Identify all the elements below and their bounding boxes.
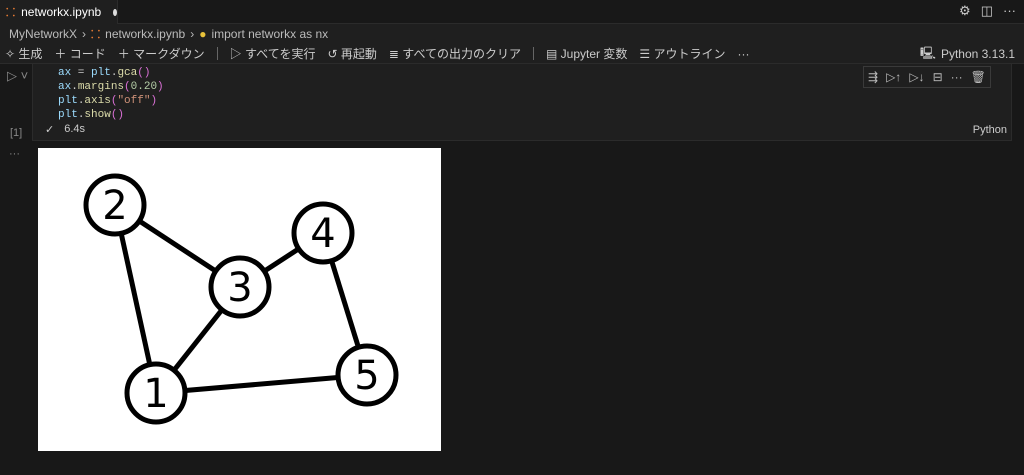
- variables-icon: ▤: [545, 47, 558, 61]
- clear-outputs-button[interactable]: ≣ すべての出力のクリア: [389, 45, 521, 62]
- breadcrumb-file[interactable]: networkx.ipynb: [105, 27, 185, 41]
- restart-button[interactable]: ↺ 再起動: [327, 45, 376, 62]
- kernel-picker[interactable]: 🖳 Python 3.13.1: [920, 44, 1015, 64]
- code-token: "off": [117, 95, 151, 107]
- graph-node-label: 2: [102, 183, 127, 229]
- notebook-icon: ⸬: [6, 6, 16, 19]
- breadcrumb: MyNetworkX › ⸬ networkx.ipynb › ● import n…: [0, 24, 1024, 44]
- code-cell[interactable]: ax = plt.gca() ax.margins(0.20) plt.axis("…: [32, 64, 1012, 141]
- code-token: margins: [77, 81, 125, 93]
- code-token: show: [84, 109, 111, 121]
- breadcrumb-folder[interactable]: MyNetworkX: [9, 27, 77, 41]
- tab-bar: ⸬ networkx.ipynb ⚙ ◫ ···: [0, 0, 1024, 24]
- run-icon: ▷: [229, 47, 242, 61]
- code-line: plt.axis("off"): [58, 94, 164, 108]
- python-icon: ●: [199, 27, 207, 41]
- check-icon: ✓: [45, 124, 55, 136]
- run-above-icon[interactable]: ▷↑: [886, 70, 901, 84]
- code-token: plt: [58, 95, 78, 107]
- variables-label: Jupyter 変数: [560, 47, 628, 61]
- tab-title: networkx.ipynb: [21, 5, 102, 19]
- graph-node-label: 3: [227, 265, 252, 311]
- network-graph: 1 2 3 4 5: [83, 173, 399, 425]
- chevron-right-icon: ›: [190, 27, 195, 41]
- code-line: ax.margins(0.20): [58, 80, 164, 94]
- breadcrumb-cell[interactable]: import networkx as nx: [211, 27, 328, 41]
- notebook-toolbar: ✧ 生成 ＋ コード ＋ マークダウン ▷ すべてを実行 ↺ 再起動 ≣ すべて…: [0, 44, 1024, 64]
- add-code-button[interactable]: ＋ コード: [54, 45, 105, 62]
- graph-edge-1-5: [155, 372, 368, 396]
- kernel-label: Python 3.13.1: [940, 47, 1015, 61]
- cell-toolbar: ⇶ ▷↑ ▷↓ ⊟ ··· 🗑: [863, 66, 991, 88]
- code-token: (: [124, 81, 131, 93]
- graph-node-label: 5: [354, 353, 379, 399]
- chevron-right-icon: ›: [82, 27, 87, 41]
- gear-icon[interactable]: ⚙: [959, 3, 971, 19]
- code-line: ax = plt.gca(): [58, 66, 164, 80]
- restart-icon: ↺: [327, 47, 338, 61]
- outline-label: アウトライン: [653, 47, 726, 61]
- graph-node-label: 1: [143, 371, 168, 417]
- cell-language[interactable]: Python: [973, 124, 1007, 136]
- toolbar-more-button[interactable]: ···: [737, 47, 749, 61]
- code-token: plt: [91, 67, 111, 79]
- output-more-button[interactable]: ···: [9, 148, 20, 160]
- clear-all-icon: ≣: [388, 47, 399, 61]
- code-token: (): [137, 67, 151, 79]
- unsaved-dot-icon[interactable]: [113, 8, 117, 16]
- code-token: =: [71, 67, 92, 79]
- sparkle-icon: ✧: [5, 47, 16, 61]
- run-cell-icon[interactable]: ▷ ˅: [7, 68, 28, 84]
- run-all-label: すべてを実行: [245, 47, 316, 61]
- clear-label: すべての出力のクリア: [402, 47, 521, 61]
- code-label: コード: [69, 47, 106, 61]
- run-by-line-icon[interactable]: ⇶: [868, 70, 878, 84]
- code-token: plt: [58, 109, 78, 121]
- code-token: gca: [117, 67, 138, 79]
- execution-time: 6.4s: [64, 123, 86, 135]
- code-token: .: [71, 81, 78, 93]
- markdown-label: マークダウン: [133, 47, 205, 61]
- trash-icon[interactable]: 🗑: [971, 70, 986, 84]
- split-editor-icon[interactable]: ◫: [981, 3, 993, 19]
- generate-button[interactable]: ✧ 生成: [5, 45, 42, 62]
- generate-label: 生成: [18, 47, 43, 61]
- code-token: ax: [58, 81, 72, 93]
- server-icon: 🖳: [919, 45, 936, 60]
- code-token: axis: [84, 95, 111, 107]
- code-token: ax: [58, 67, 72, 79]
- split-cell-icon[interactable]: ⊟: [933, 70, 943, 84]
- execution-count: [1]: [10, 127, 23, 139]
- code-token: 0.20: [130, 81, 158, 93]
- list-icon: ☰: [639, 47, 651, 61]
- run-all-button[interactable]: ▷ すべてを実行: [230, 45, 316, 62]
- code-token: (): [110, 109, 125, 121]
- cell-output-image: 1 2 3 4 5: [38, 148, 441, 451]
- code-line: plt.show(): [58, 108, 164, 122]
- outline-button[interactable]: ☰ アウトライン: [639, 45, 725, 62]
- code-token: ): [157, 81, 164, 93]
- notebook-icon: ⸬: [91, 28, 101, 41]
- cell-more-icon[interactable]: ···: [951, 70, 963, 84]
- code-token: ): [150, 95, 158, 107]
- variables-button[interactable]: ▤ Jupyter 変数: [546, 45, 627, 62]
- code-editor[interactable]: ax = plt.gca() ax.margins(0.20) plt.axis("…: [58, 66, 164, 122]
- divider: [532, 47, 534, 60]
- more-icon[interactable]: ···: [1003, 3, 1016, 19]
- tab-networkx[interactable]: ⸬ networkx.ipynb: [0, 0, 118, 24]
- divider: [216, 47, 218, 60]
- cell-status: ✓ 6.4s: [45, 123, 85, 136]
- restart-label: 再起動: [340, 47, 377, 61]
- graph-node-label: 4: [310, 211, 335, 257]
- run-below-icon[interactable]: ▷↓: [909, 70, 924, 84]
- add-markdown-button[interactable]: ＋ マークダウン: [118, 45, 205, 62]
